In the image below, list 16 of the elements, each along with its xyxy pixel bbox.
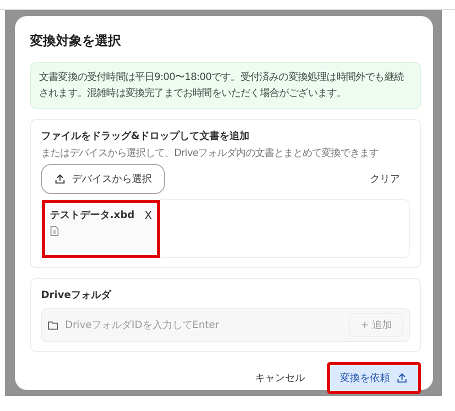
file-drop-area[interactable]: テストデータ.xbd X [41,199,410,258]
upload-description: またはデバイスから選択して、Driveフォルダ内の文書とまとめて変換できます [41,146,380,160]
upload-icon [54,173,66,185]
folder-icon [48,320,58,330]
file-name: テストデータ.xbd [50,209,135,222]
drive-heading: Driveフォルダ [41,288,112,302]
dialog-title: 変換対象を選択 [30,32,122,50]
document-icon [50,226,59,236]
upload-heading: ファイルをドラッグ&ドロップして文書を追加 [41,129,251,143]
notice-message: 文書変換の受付時間は平日9:00〜18:00です。受付済みの変換処理は時間外でも継続されます。混雑時は変換完了までお時間をいただく場合がございます。 [30,62,421,109]
submit-button[interactable]: 変換を依頼 [327,362,421,394]
remove-file-button[interactable]: X [144,208,152,222]
cancel-button[interactable]: キャンセル [245,367,315,389]
upload-icon [396,372,408,384]
select-from-device-button[interactable]: デバイスから選択 [41,164,165,194]
clear-button[interactable]: クリア [360,168,410,190]
